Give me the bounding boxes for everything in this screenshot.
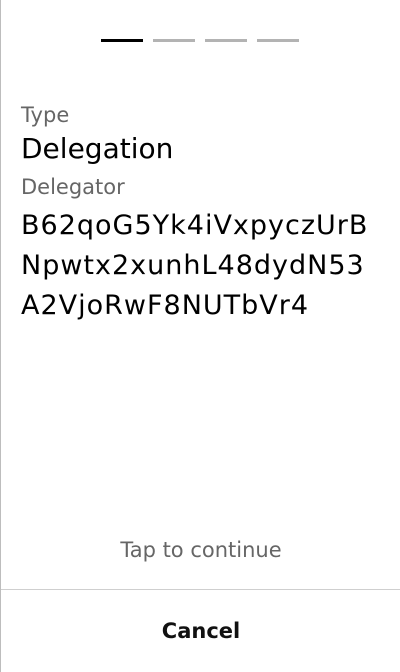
transaction-details: Type Delegation Delegator B62qoG5Yk4iVxp… bbox=[21, 100, 381, 330]
delegator-address: B62qoG5Yk4iVxpyczUrBNpwtx2xunhL48dydN53A… bbox=[21, 210, 369, 321]
page-indicator bbox=[101, 39, 299, 42]
tap-to-continue-hint[interactable]: Tap to continue bbox=[1, 535, 400, 565]
transaction-review-screen[interactable]: Type Delegation Delegator B62qoG5Yk4iVxp… bbox=[0, 0, 400, 672]
page-indicator-step-4 bbox=[257, 39, 299, 42]
cancel-button[interactable]: Cancel bbox=[1, 590, 400, 672]
page-indicator-step-2 bbox=[153, 39, 195, 42]
delegator-label: Delegator bbox=[21, 175, 125, 199]
page-indicator-step-1 bbox=[101, 39, 143, 42]
page-indicator-step-3 bbox=[205, 39, 247, 42]
type-label: Type bbox=[21, 103, 70, 127]
type-value: Delegation bbox=[21, 132, 174, 165]
